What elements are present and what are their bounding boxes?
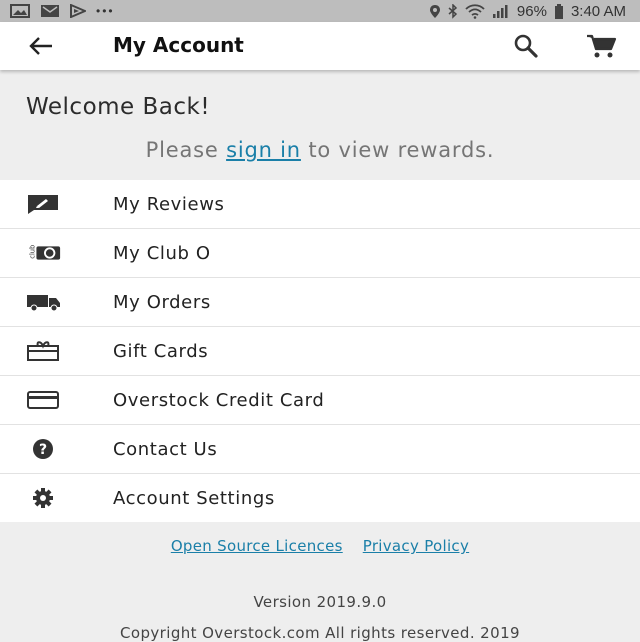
menu-item-label: My Reviews xyxy=(113,194,225,215)
help-icon: ? xyxy=(26,437,62,461)
sign-in-prompt-after: to view rewards. xyxy=(300,138,495,162)
svg-text:club: club xyxy=(29,245,37,259)
menu-item-account-settings[interactable]: Account Settings xyxy=(0,474,640,522)
more-notifications-dots: ••• xyxy=(96,4,115,18)
cart-button[interactable] xyxy=(585,33,617,59)
app-version: Version 2019.9.0 xyxy=(253,593,387,611)
open-source-licences-link[interactable]: Open Source Licences xyxy=(171,537,343,555)
menu-item-label: Gift Cards xyxy=(113,341,209,362)
back-button[interactable] xyxy=(28,34,60,58)
search-button[interactable] xyxy=(512,33,542,59)
gear-icon xyxy=(26,486,62,510)
sign-in-prompt-before: Please xyxy=(145,138,227,162)
menu-item-label: My Club O xyxy=(113,243,211,264)
privacy-policy-link[interactable]: Privacy Policy xyxy=(363,537,469,555)
mail-notification-icon xyxy=(40,4,60,18)
sign-in-link[interactable]: sign in xyxy=(226,138,301,162)
status-bar-right: 96% 3:40 AM xyxy=(429,3,640,20)
club-o-icon: club xyxy=(26,241,62,265)
status-bar-left: ••• xyxy=(0,4,115,18)
menu-item-credit-card[interactable]: Overstock Credit Card xyxy=(0,376,640,425)
menu-item-my-club-o[interactable]: club My Club O xyxy=(0,229,640,278)
account-menu: My Reviews club My Club O My Orders Gift… xyxy=(0,180,640,522)
menu-item-contact-us[interactable]: ? Contact Us xyxy=(0,425,640,474)
menu-item-gift-cards[interactable]: Gift Cards xyxy=(0,327,640,376)
menu-item-my-orders[interactable]: My Orders xyxy=(0,278,640,327)
shopping-cart-icon xyxy=(587,34,617,58)
status-bar: ••• 96% 3:40 AM xyxy=(0,0,640,22)
page-title: My Account xyxy=(113,33,244,57)
play-store-notification-icon xyxy=(70,4,86,18)
battery-percent: 96% xyxy=(516,2,547,20)
review-icon xyxy=(26,192,62,216)
gift-card-icon xyxy=(26,339,62,363)
menu-item-label: Overstock Credit Card xyxy=(113,390,325,411)
credit-card-icon xyxy=(26,388,62,412)
gallery-notification-icon xyxy=(10,4,30,18)
signal-icon xyxy=(492,4,510,18)
menu-item-my-reviews[interactable]: My Reviews xyxy=(0,180,640,229)
welcome-title: Welcome Back! xyxy=(26,94,211,120)
menu-item-label: Contact Us xyxy=(113,439,218,460)
search-icon xyxy=(514,34,538,58)
menu-item-label: My Orders xyxy=(113,292,211,313)
location-icon xyxy=(429,4,441,19)
footer-links: Open Source Licences Privacy Policy xyxy=(0,537,640,555)
copyright-notice: Copyright Overstock.com All rights reser… xyxy=(120,624,520,642)
battery-icon xyxy=(554,3,564,19)
clock: 3:40 AM xyxy=(570,2,626,20)
svg-text:?: ? xyxy=(39,442,47,458)
bluetooth-icon xyxy=(448,3,458,19)
sign-in-prompt: Please sign in to view rewards. xyxy=(0,138,640,162)
wifi-icon xyxy=(465,3,485,19)
arrow-back-icon xyxy=(29,37,52,55)
menu-item-label: Account Settings xyxy=(113,488,275,509)
app-bar: My Account xyxy=(0,22,640,70)
truck-icon xyxy=(26,290,62,314)
welcome-section: Welcome Back! Please sign in to view rew… xyxy=(0,70,640,180)
